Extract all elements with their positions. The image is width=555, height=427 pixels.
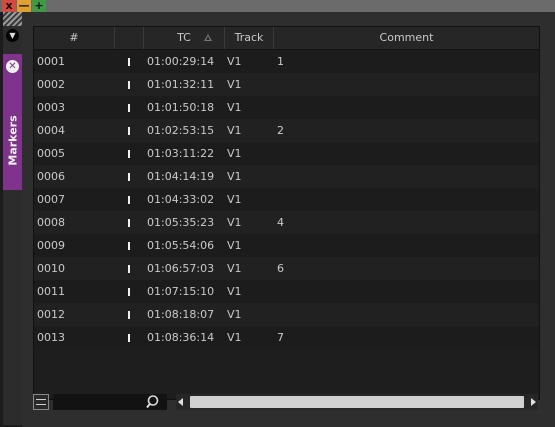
marker-track: V1	[227, 239, 242, 252]
marker-timecode: 01:02:53:15	[147, 124, 215, 137]
table-row[interactable]: 0001 01:00:29:14 V1 1	[34, 50, 539, 73]
tab-markers[interactable]: ✕ Markers	[3, 54, 22, 190]
marker-color-swatch	[128, 242, 130, 250]
table-row[interactable]: 0006 01:04:14:19 V1	[34, 165, 539, 188]
table-row[interactable]: 0004 01:02:53:15 V1 2	[34, 119, 539, 142]
horizontal-scrollbar[interactable]	[176, 394, 538, 410]
marker-timecode: 01:05:35:23	[147, 216, 215, 229]
marker-color-swatch	[128, 219, 130, 227]
scroll-right-icon[interactable]	[531, 398, 536, 406]
markers-window: x — + ▼ ✕ Markers # TC Track Comment 000…	[0, 0, 555, 427]
close-window-button[interactable]: x	[2, 0, 16, 12]
list-view-icon[interactable]	[33, 394, 49, 410]
marker-track: V1	[227, 262, 242, 275]
markers-table: # TC Track Comment 0001 01:00:29:14 V1 1	[33, 26, 540, 400]
marker-timecode: 01:06:57:03	[147, 262, 215, 275]
marker-comment: 6	[277, 262, 284, 275]
column-header-tc-label: TC	[177, 31, 191, 44]
marker-track: V1	[227, 78, 242, 91]
marker-timecode: 01:04:33:02	[147, 193, 215, 206]
marker-number: 0006	[37, 170, 65, 183]
marker-number: 0013	[37, 331, 65, 344]
column-header-comment[interactable]: Comment	[274, 27, 539, 49]
marker-number: 0003	[37, 101, 65, 114]
marker-number: 0005	[37, 147, 65, 160]
table-row[interactable]: 0002 01:01:32:11 V1	[34, 73, 539, 96]
marker-timecode: 01:05:54:06	[147, 239, 215, 252]
column-header-number[interactable]: #	[34, 27, 115, 49]
marker-track: V1	[227, 193, 242, 206]
marker-timecode: 01:00:29:14	[147, 55, 215, 68]
marker-color-swatch	[128, 311, 130, 319]
maximize-window-button[interactable]: +	[32, 0, 46, 12]
tab-markers-label: Markers	[6, 115, 20, 166]
marker-color-swatch	[128, 334, 130, 342]
marker-track: V1	[227, 308, 242, 321]
marker-track: V1	[227, 147, 242, 160]
marker-number: 0001	[37, 55, 65, 68]
marker-track: V1	[227, 55, 242, 68]
marker-track: V1	[227, 331, 242, 344]
drag-handle[interactable]	[3, 12, 22, 26]
marker-color-swatch	[128, 173, 130, 181]
table-row[interactable]: 0003 01:01:50:18 V1	[34, 96, 539, 119]
table-row[interactable]: 0008 01:05:35:23 V1 4	[34, 211, 539, 234]
marker-number: 0009	[37, 239, 65, 252]
table-body: 0001 01:00:29:14 V1 1 0002 01:01:32:11 V…	[34, 50, 539, 349]
scrollbar-thumb[interactable]	[190, 396, 524, 408]
sort-ascending-icon	[204, 34, 212, 41]
title-bar: x — +	[0, 0, 555, 12]
tab-menu-dropdown-icon[interactable]: ▼	[6, 29, 19, 42]
marker-number: 0008	[37, 216, 65, 229]
search-icon[interactable]	[146, 394, 162, 410]
marker-number: 0011	[37, 285, 65, 298]
table-row[interactable]: 0013 01:08:36:14 V1 7	[34, 326, 539, 349]
marker-color-swatch	[128, 58, 130, 66]
table-row[interactable]: 0012 01:08:18:07 V1	[34, 303, 539, 326]
marker-timecode: 01:03:11:22	[147, 147, 215, 160]
tab-strip: ▼ ✕ Markers	[3, 12, 22, 425]
marker-timecode: 01:04:14:19	[147, 170, 215, 183]
marker-comment: 1	[277, 55, 284, 68]
marker-color-swatch	[128, 81, 130, 89]
marker-comment: 7	[277, 331, 284, 344]
marker-number: 0010	[37, 262, 65, 275]
table-row[interactable]: 0011 01:07:15:10 V1	[34, 280, 539, 303]
marker-timecode: 01:01:32:11	[147, 78, 215, 91]
scroll-left-icon[interactable]	[178, 398, 183, 406]
marker-timecode: 01:08:36:14	[147, 331, 215, 344]
marker-comment: 2	[277, 124, 284, 137]
marker-comment: 4	[277, 216, 284, 229]
marker-track: V1	[227, 285, 242, 298]
marker-color-swatch	[128, 288, 130, 296]
column-header-color[interactable]	[115, 27, 144, 49]
column-header-tc[interactable]: TC	[144, 27, 225, 49]
marker-timecode: 01:08:18:07	[147, 308, 215, 321]
marker-color-swatch	[128, 265, 130, 273]
table-row[interactable]: 0005 01:03:11:22 V1	[34, 142, 539, 165]
marker-track: V1	[227, 216, 242, 229]
marker-number: 0004	[37, 124, 65, 137]
marker-number: 0002	[37, 78, 65, 91]
marker-color-swatch	[128, 127, 130, 135]
table-header: # TC Track Comment	[34, 27, 539, 50]
marker-track: V1	[227, 101, 242, 114]
marker-color-swatch	[128, 104, 130, 112]
marker-track: V1	[227, 170, 242, 183]
minimize-window-button[interactable]: —	[17, 0, 31, 12]
close-tab-icon[interactable]: ✕	[6, 60, 19, 73]
column-header-track[interactable]: Track	[225, 27, 274, 49]
markers-panel: # TC Track Comment 0001 01:00:29:14 V1 1	[22, 12, 555, 427]
marker-timecode: 01:01:50:18	[147, 101, 215, 114]
marker-track: V1	[227, 124, 242, 137]
table-row[interactable]: 0009 01:05:54:06 V1	[34, 234, 539, 257]
marker-number: 0007	[37, 193, 65, 206]
marker-color-swatch	[128, 196, 130, 204]
table-row[interactable]: 0007 01:04:33:02 V1	[34, 188, 539, 211]
table-row[interactable]: 0010 01:06:57:03 V1 6	[34, 257, 539, 280]
marker-timecode: 01:07:15:10	[147, 285, 215, 298]
marker-number: 0012	[37, 308, 65, 321]
marker-color-swatch	[128, 150, 130, 158]
